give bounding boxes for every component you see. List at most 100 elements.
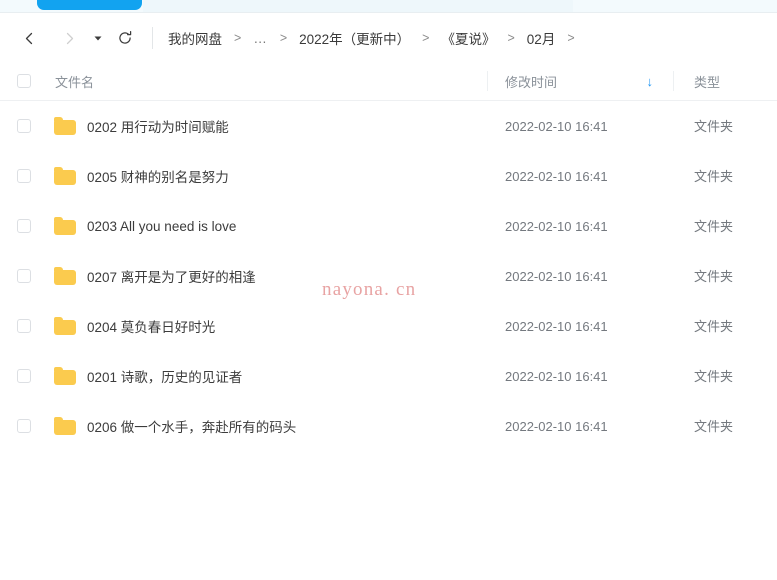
file-type-label: 文件夹 [694,119,734,134]
breadcrumb-item-month[interactable]: 02月 [524,26,559,50]
header-cell-modified[interactable]: 修改时间 ↓ [487,72,673,91]
row-name-cell: 0201 诗歌，历史的见证者 [48,366,487,386]
row-select-cell [0,419,48,433]
row-type-cell: 文件夹 [673,116,777,136]
header-label-name: 文件名 [55,74,95,90]
file-name-label[interactable]: 0201 诗歌，历史的见证者 [87,366,242,386]
refresh-icon [117,30,133,46]
file-type-label: 文件夹 [694,219,734,234]
row-type-cell: 文件夹 [673,366,777,386]
row-type-cell: 文件夹 [673,416,777,436]
browser-chrome-strip [0,0,777,13]
row-checkbox[interactable] [17,419,31,433]
breadcrumb-separator: > [567,31,575,45]
sort-descending-icon[interactable]: ↓ [647,75,654,88]
breadcrumb-item-series[interactable]: 《夏说》 [438,26,498,50]
select-all-checkbox[interactable] [17,74,31,88]
nav-divider [152,27,153,49]
row-name-cell: 0206 做一个水手，奔赴所有的码头 [48,416,487,436]
folder-icon [54,217,76,235]
breadcrumb-separator: > [422,31,430,45]
file-name-label[interactable]: 0204 莫负春日好时光 [87,316,215,336]
history-dropdown-button[interactable] [90,25,106,51]
modified-time-label: 2022-02-10 16:41 [505,118,608,134]
folder-icon [54,167,76,185]
file-type-label: 文件夹 [694,269,734,284]
row-checkbox[interactable] [17,319,31,333]
breadcrumb-separator: > [507,31,515,45]
file-type-label: 文件夹 [694,319,734,334]
modified-time-label: 2022-02-10 16:41 [505,318,608,334]
row-modified-cell: 2022-02-10 16:41 [487,169,673,184]
row-type-cell: 文件夹 [673,216,777,236]
row-select-cell [0,169,48,183]
row-name-cell: 0202 用行动为时间赋能 [48,116,487,136]
header-cell-type[interactable]: 类型 [673,72,777,91]
row-select-cell [0,269,48,283]
file-type-label: 文件夹 [694,419,734,434]
file-name-label[interactable]: 0206 做一个水手，奔赴所有的码头 [87,416,296,436]
primary-action-button[interactable] [37,0,142,10]
file-list-table: 文件名 修改时间 ↓ 类型 0202 用行动为时间赋能 2022-02-10 1… [0,62,777,580]
folder-icon [54,117,76,135]
file-name-label[interactable]: 0207 离开是为了更好的相逢 [87,266,256,286]
row-modified-cell: 2022-02-10 16:41 [487,369,673,384]
header-label-modified: 修改时间 [505,74,558,90]
row-checkbox[interactable] [17,369,31,383]
file-name-label[interactable]: 0202 用行动为时间赋能 [87,116,229,136]
breadcrumb-item-year[interactable]: 2022年（更新中） [296,26,413,50]
modified-time-label: 2022-02-10 16:41 [505,418,608,434]
modified-time-label: 2022-02-10 16:41 [505,218,608,234]
row-select-cell [0,319,48,333]
row-modified-cell: 2022-02-10 16:41 [487,219,673,234]
header-label-type: 类型 [694,74,721,90]
table-row[interactable]: 0202 用行动为时间赋能 2022-02-10 16:41 文件夹 [0,101,777,151]
strip-divider [0,12,777,13]
row-name-cell: 0204 莫负春日好时光 [48,316,487,336]
row-type-cell: 文件夹 [673,316,777,336]
select-all-cell [0,74,48,88]
header-divider [673,71,674,91]
forward-button[interactable] [56,25,82,51]
chevron-left-icon [22,31,37,46]
row-name-cell: 0203 All you need is love [48,217,487,235]
breadcrumb: 我的网盘 > … > 2022年（更新中） > 《夏说》 > 02月 > [165,26,584,50]
table-row[interactable]: 0203 All you need is love 2022-02-10 16:… [0,201,777,251]
row-modified-cell: 2022-02-10 16:41 [487,319,673,334]
table-row[interactable]: 0201 诗歌，历史的见证者 2022-02-10 16:41 文件夹 [0,351,777,401]
file-name-label[interactable]: 0205 财神的别名是努力 [87,166,229,186]
folder-icon [54,267,76,285]
folder-icon [54,317,76,335]
row-select-cell [0,219,48,233]
header-cell-name[interactable]: 文件名 [48,72,487,91]
folder-icon [54,417,76,435]
row-type-cell: 文件夹 [673,266,777,286]
modified-time-label: 2022-02-10 16:41 [505,168,608,184]
back-button[interactable] [16,25,42,51]
modified-time-label: 2022-02-10 16:41 [505,368,608,384]
breadcrumb-item-root[interactable]: 我的网盘 [165,26,225,50]
row-checkbox[interactable] [17,219,31,233]
table-row[interactable]: 0205 财神的别名是努力 2022-02-10 16:41 文件夹 [0,151,777,201]
row-checkbox[interactable] [17,169,31,183]
table-row[interactable]: 0207 离开是为了更好的相逢 2022-02-10 16:41 文件夹 [0,251,777,301]
row-checkbox[interactable] [17,119,31,133]
table-row[interactable]: 0204 莫负春日好时光 2022-02-10 16:41 文件夹 [0,301,777,351]
file-name-label[interactable]: 0203 All you need is love [87,219,236,234]
row-modified-cell: 2022-02-10 16:41 [487,269,673,284]
row-select-cell [0,369,48,383]
row-name-cell: 0207 离开是为了更好的相逢 [48,266,487,286]
row-select-cell [0,119,48,133]
file-type-label: 文件夹 [694,369,734,384]
file-type-label: 文件夹 [694,169,734,184]
table-row[interactable]: 0206 做一个水手，奔赴所有的码头 2022-02-10 16:41 文件夹 [0,401,777,451]
row-name-cell: 0205 财神的别名是努力 [48,166,487,186]
breadcrumb-separator: > [234,31,242,45]
refresh-button[interactable] [112,25,138,51]
header-divider [487,71,488,91]
row-checkbox[interactable] [17,269,31,283]
breadcrumb-separator: > [279,31,288,45]
caret-down-icon [93,33,103,43]
row-modified-cell: 2022-02-10 16:41 [487,419,673,434]
breadcrumb-overflow-ellipsis[interactable]: … [250,29,271,48]
